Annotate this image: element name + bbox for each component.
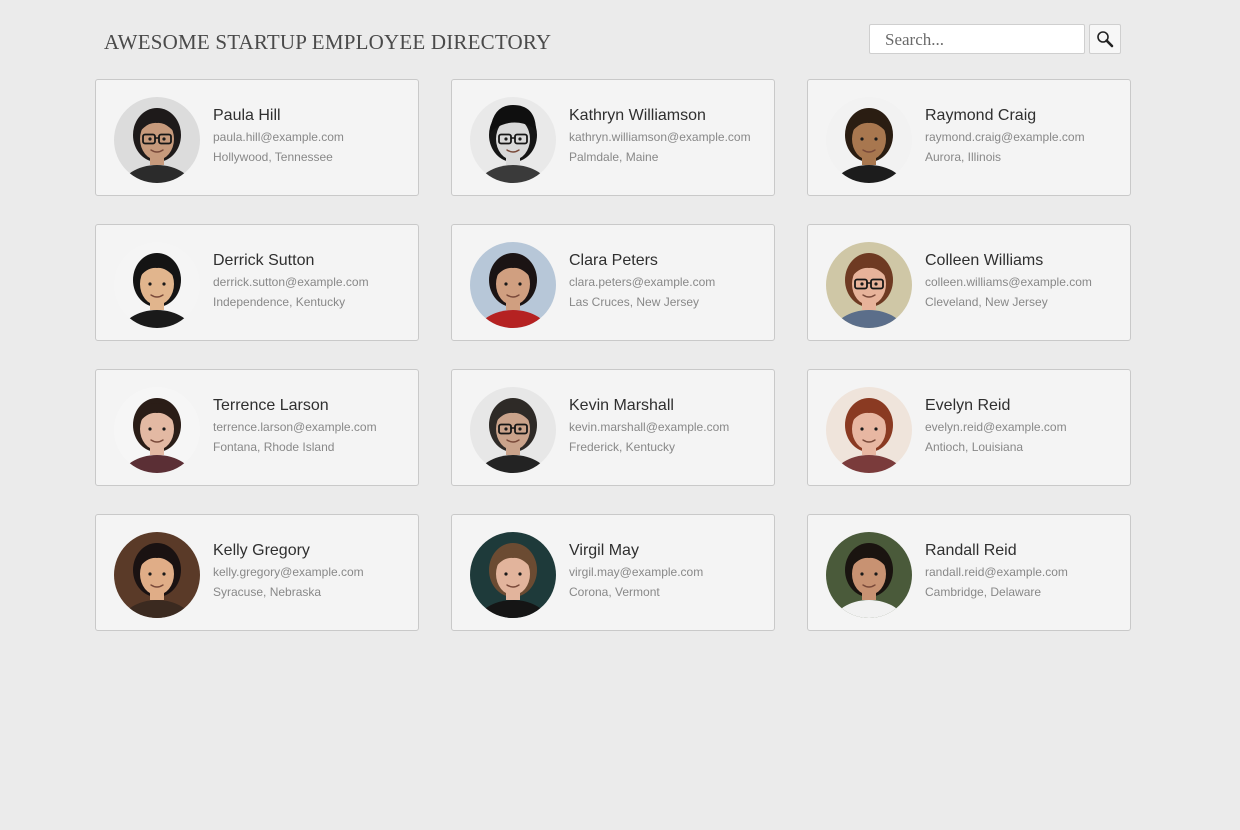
search-form [869, 24, 1121, 54]
employee-name: Colleen Williams [925, 252, 1044, 269]
avatar-image [826, 532, 912, 618]
employee-card[interactable]: Randall Reid randall.reid@example.com Camb… [807, 514, 1131, 631]
employee-card[interactable]: Paula Hill paula.hill@example.com Hollywoo… [95, 79, 419, 196]
employee-email: derrick.sutton@example.com [213, 275, 369, 289]
avatar-image [114, 97, 200, 183]
employee-email: randall.reid@example.com [925, 565, 1068, 579]
avatar [470, 242, 556, 328]
avatar [826, 387, 912, 473]
employee-info: Kelly Gregory kelly.gregory@example.com Sy… [213, 540, 412, 600]
employee-name: Terrence Larson [213, 397, 329, 414]
employee-email: kelly.gregory@example.com [213, 565, 364, 579]
employee-card[interactable]: Derrick Sutton derrick.sutton@example.com… [95, 224, 419, 341]
employee-name: Clara Peters [569, 252, 658, 269]
employee-name: Paula Hill [213, 107, 281, 124]
avatar [470, 532, 556, 618]
employee-location: Frederick, Kentucky [569, 440, 676, 454]
employee-location: Fontana, Rhode Island [213, 440, 335, 454]
employee-location: Syracuse, Nebraska [213, 585, 322, 599]
page-title: AWESOME STARTUP EMPLOYEE DIRECTORY [104, 30, 552, 54]
employee-name: Kathryn Williamson [569, 107, 706, 124]
employee-info: Randall Reid randall.reid@example.com Camb… [925, 540, 1124, 600]
employee-location: Independence, Kentucky [213, 295, 346, 309]
employee-email: colleen.williams@example.com [925, 275, 1092, 289]
employee-info: Kevin Marshall kevin.marshall@example.com… [569, 395, 768, 455]
avatar-image [470, 387, 556, 473]
employee-name: Virgil May [569, 542, 639, 559]
avatar [826, 97, 912, 183]
employee-card[interactable]: Colleen Williams colleen.williams@example… [807, 224, 1131, 341]
avatar-image [114, 242, 200, 328]
avatar-image [826, 97, 912, 183]
employee-location: Aurora, Illinois [925, 150, 1002, 164]
avatar [114, 532, 200, 618]
employee-card[interactable]: Terrence Larson terrence.larson@example.c… [95, 369, 419, 486]
avatar [114, 242, 200, 328]
avatar [826, 532, 912, 618]
employee-card[interactable]: Kevin Marshall kevin.marshall@example.com… [451, 369, 775, 486]
avatar-image [470, 242, 556, 328]
employee-location: Corona, Vermont [569, 585, 660, 599]
employee-email: kathryn.williamson@example.com [569, 130, 751, 144]
employee-grid: Paula Hill paula.hill@example.com Hollywoo… [95, 79, 1131, 631]
search-button[interactable] [1089, 24, 1121, 54]
employee-card[interactable]: Raymond Craig raymond.craig@example.com Au… [807, 79, 1131, 196]
employee-info: Terrence Larson terrence.larson@example.c… [213, 395, 412, 455]
employee-name: Kevin Marshall [569, 397, 674, 414]
employee-location: Cambridge, Delaware [925, 585, 1042, 599]
employee-email: kevin.marshall@example.com [569, 420, 730, 434]
employee-card[interactable]: Kathryn Williamson kathryn.williamson@exa… [451, 79, 775, 196]
employee-email: evelyn.reid@example.com [925, 420, 1067, 434]
avatar-image [470, 97, 556, 183]
avatar [470, 97, 556, 183]
employee-info: Raymond Craig raymond.craig@example.com Au… [925, 105, 1124, 165]
avatar [114, 387, 200, 473]
employee-name: Randall Reid [925, 542, 1017, 559]
employee-card[interactable]: Virgil May virgil.may@example.com Corona, … [451, 514, 775, 631]
avatar [826, 242, 912, 328]
magnifier-icon [1097, 31, 1114, 48]
avatar-image [826, 387, 912, 473]
employee-location: Las Cruces, New Jersey [569, 295, 700, 309]
employee-location: Hollywood, Tennessee [213, 150, 333, 164]
avatar [470, 387, 556, 473]
employee-info: Colleen Williams colleen.williams@example… [925, 250, 1124, 310]
employee-name: Evelyn Reid [925, 397, 1011, 414]
employee-email: raymond.craig@example.com [925, 130, 1085, 144]
employee-location: Cleveland, New Jersey [925, 295, 1048, 309]
employee-name: Derrick Sutton [213, 252, 315, 269]
employee-info: Derrick Sutton derrick.sutton@example.com… [213, 250, 412, 310]
employee-email: virgil.may@example.com [569, 565, 704, 579]
employee-info: Kathryn Williamson kathryn.williamson@exa… [569, 105, 768, 165]
employee-card[interactable]: Kelly Gregory kelly.gregory@example.com Sy… [95, 514, 419, 631]
avatar-image [826, 242, 912, 328]
avatar-image [114, 532, 200, 618]
avatar-image [114, 387, 200, 473]
employee-info: Evelyn Reid evelyn.reid@example.com Antioc… [925, 395, 1124, 455]
employee-email: terrence.larson@example.com [213, 420, 377, 434]
employee-email: clara.peters@example.com [569, 275, 716, 289]
employee-card[interactable]: Clara Peters clara.peters@example.com Las … [451, 224, 775, 341]
employee-name: Raymond Craig [925, 107, 1037, 124]
employee-email: paula.hill@example.com [213, 130, 344, 144]
employee-name: Kelly Gregory [213, 542, 310, 559]
employee-info: Paula Hill paula.hill@example.com Hollywoo… [213, 105, 412, 165]
avatar-image [470, 532, 556, 618]
employee-info: Virgil May virgil.may@example.com Corona, … [569, 540, 768, 600]
employee-info: Clara Peters clara.peters@example.com Las … [569, 250, 768, 310]
employee-location: Palmdale, Maine [569, 150, 659, 164]
avatar [114, 97, 200, 183]
employee-location: Antioch, Louisiana [925, 440, 1024, 454]
employee-card[interactable]: Evelyn Reid evelyn.reid@example.com Antioc… [807, 369, 1131, 486]
search-input[interactable] [869, 24, 1085, 54]
